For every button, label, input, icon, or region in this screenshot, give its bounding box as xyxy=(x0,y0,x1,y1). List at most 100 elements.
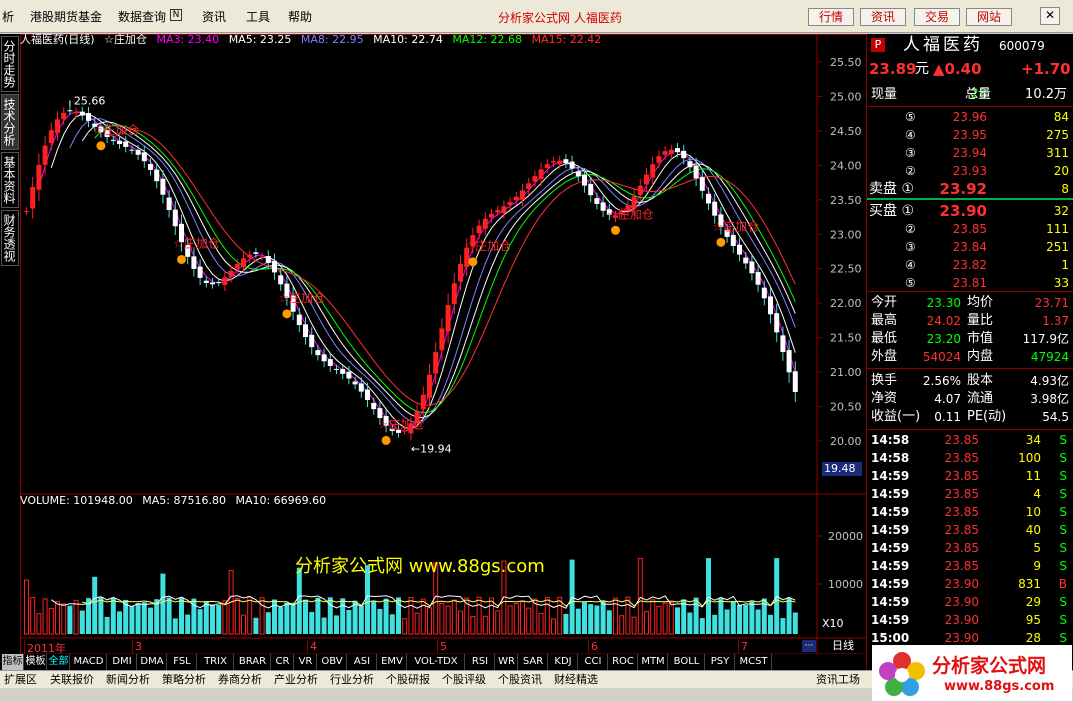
watermark-text: 分析家公式网 www.88gs.com xyxy=(295,556,545,577)
tab-intraday[interactable]: 分时走势 xyxy=(1,36,19,92)
info-tab[interactable]: 关联报价 xyxy=(50,672,94,688)
stat-label: 外盘 xyxy=(871,349,898,364)
ask-level: ② xyxy=(905,164,916,178)
info-tab[interactable]: 新闻分析 xyxy=(106,672,150,688)
indicator-tab[interactable]: EMV xyxy=(378,654,407,670)
menu-item[interactable]: 帮助 xyxy=(288,8,312,25)
left-tab-strip: 分时走势 技术分析 基本资料 财务透视 xyxy=(0,34,20,670)
news-button[interactable]: 资讯 xyxy=(860,8,906,26)
menu-item[interactable]: 港股期货基金 xyxy=(30,8,102,25)
stat-value: 117.9亿 xyxy=(1022,332,1069,346)
bid-volume: 111 xyxy=(1046,222,1069,236)
info-tab[interactable]: 资讯工场 xyxy=(816,672,860,688)
indicator-tab[interactable]: MTM xyxy=(639,654,668,670)
stat-row: 今开 23.30 均价 23.71 xyxy=(867,294,1073,312)
candle-body xyxy=(538,169,544,180)
candle-body xyxy=(123,141,129,147)
tick-volume: 831 xyxy=(1018,577,1041,591)
menu-accel-n: N xyxy=(170,9,182,21)
candle-body xyxy=(507,201,513,205)
tick-volume: 29 xyxy=(1025,595,1041,609)
indicator-tab[interactable]: ASI xyxy=(348,654,377,670)
stat-value: 23.71 xyxy=(1034,296,1069,310)
info-tab[interactable]: 券商分析 xyxy=(218,672,262,688)
volume-bar xyxy=(129,606,135,634)
menu-item[interactable]: 数据查询 xyxy=(118,8,166,25)
info-tab[interactable]: 产业分析 xyxy=(274,672,318,688)
info-tab[interactable]: 个股资讯 xyxy=(498,672,542,688)
volume-bar xyxy=(600,600,606,634)
candle-body xyxy=(761,287,767,299)
menu-item[interactable]: 工具 xyxy=(246,8,270,25)
scroll-end-button[interactable]: ··· xyxy=(802,640,816,652)
info-tab[interactable]: 策略分析 xyxy=(162,672,206,688)
stat-row: 最高 24.02 量比 1.37 xyxy=(867,312,1073,330)
quote-button[interactable]: 行情 xyxy=(808,8,854,26)
volume-bar xyxy=(569,559,575,634)
trade-button[interactable]: 交易 xyxy=(914,8,960,26)
bid-level: ⑤ xyxy=(905,276,916,290)
indicator-tab[interactable]: FSL xyxy=(168,654,197,670)
indicator-tab[interactable]: MACD xyxy=(71,654,107,670)
website-button[interactable]: 网站 xyxy=(966,8,1012,26)
indicator-tab[interactable]: VR xyxy=(295,654,317,670)
price-title-bar: 人福医药(日线) ☆庄加仓 MA3: 23.40 MA5: 23.25 MA8:… xyxy=(20,34,607,48)
tab-profile[interactable]: 基本资料 xyxy=(1,152,19,208)
volume-bar xyxy=(476,596,482,635)
period-label[interactable]: 日线 xyxy=(820,638,866,654)
ma3-label: MA3: 23.40 xyxy=(156,34,220,46)
indicator-tab[interactable]: 全部 xyxy=(48,654,70,670)
tick-volume: 5 xyxy=(1033,541,1041,555)
volume-bar xyxy=(79,610,85,634)
tab-finance[interactable]: 财务透视 xyxy=(1,210,19,266)
indicator-tab[interactable]: BRAR xyxy=(235,654,271,670)
volume-bar xyxy=(668,601,674,635)
tab-technical[interactable]: 技术分析 xyxy=(1,94,19,150)
volume-bar xyxy=(706,558,711,634)
menu-item[interactable]: 资讯 xyxy=(202,8,226,25)
indicator-tab[interactable]: RSI xyxy=(466,654,495,670)
tick-side: S xyxy=(1059,469,1067,483)
kline-chart[interactable]: 25.66 ←19.94 ☆庄加仓 ☆庄加仓 ☆庄加仓 ☆庄加仓 ☆庄加仓 ☆庄加仓 ☆庄加仓 … xyxy=(20,34,867,670)
tick-time: 14:59 xyxy=(871,595,910,609)
indicator-tab[interactable]: BOLL xyxy=(669,654,705,670)
candle-body xyxy=(203,280,209,283)
indicator-tab[interactable]: SAR xyxy=(519,654,548,670)
indicator-tab[interactable]: PSY xyxy=(706,654,735,670)
volume-bar xyxy=(631,616,637,635)
indicator-tab[interactable]: KDJ xyxy=(549,654,578,670)
indicator-tab[interactable]: 模板 xyxy=(25,654,47,670)
volume-bar xyxy=(402,618,408,635)
close-icon[interactable]: ✕ xyxy=(1040,7,1060,25)
indicator-tab[interactable]: MCST xyxy=(736,654,772,670)
volume-bar xyxy=(110,597,116,634)
indicator-tab[interactable]: DMA xyxy=(138,654,167,670)
indicator-tab[interactable]: WR xyxy=(496,654,518,670)
stat-value: 47924 xyxy=(1030,350,1069,364)
info-tab[interactable]: 财经精选 xyxy=(554,672,598,688)
menu-item[interactable]: 析 xyxy=(2,8,14,25)
indicator-tab[interactable]: 指标 xyxy=(2,654,24,670)
indicator-tab[interactable]: CCI xyxy=(579,654,608,670)
current-volume-label: 现量 xyxy=(871,87,898,102)
candle-body xyxy=(334,368,339,370)
indicator-tab[interactable]: DMI xyxy=(108,654,137,670)
candle-body xyxy=(148,163,153,170)
indicator-tab[interactable]: CR xyxy=(272,654,294,670)
info-tab[interactable]: 扩展区 xyxy=(4,672,37,688)
volume-bar xyxy=(743,604,749,634)
candle-body xyxy=(644,174,649,185)
indicator-tab[interactable]: VOL-TDX xyxy=(408,654,465,670)
info-tab[interactable]: 行业分析 xyxy=(330,672,374,688)
indicator-tab[interactable]: TRIX xyxy=(198,654,234,670)
bid-row: 买盘 ① 23.90 32 xyxy=(867,202,1073,220)
info-tab[interactable]: 个股研报 xyxy=(386,672,430,688)
indicator-tab[interactable]: OBV xyxy=(318,654,347,670)
indicator-tab[interactable]: ROC xyxy=(609,654,638,670)
volume-bar xyxy=(520,601,525,635)
candle-body xyxy=(86,113,91,121)
price-tick-label: 25.00 xyxy=(830,90,862,103)
tick-side: S xyxy=(1059,559,1067,573)
ask-level: ④ xyxy=(905,128,916,142)
info-tab[interactable]: 个股评级 xyxy=(442,672,486,688)
